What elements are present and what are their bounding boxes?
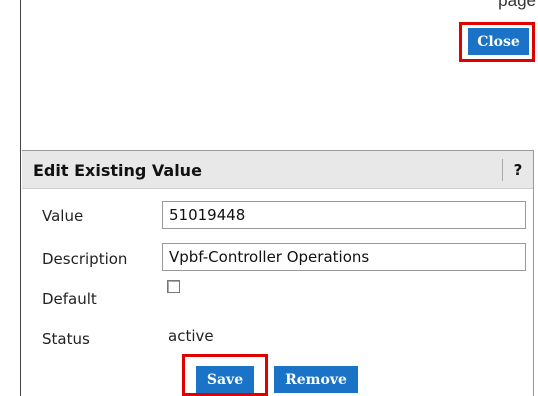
default-checkbox[interactable] <box>167 280 180 293</box>
dialog-title: Edit Existing Value <box>33 161 202 180</box>
page: page Close Edit Existing Value ? Value D… <box>0 0 538 396</box>
description-input[interactable] <box>162 243 526 271</box>
close-button[interactable]: Close <box>468 28 529 55</box>
help-separator <box>502 159 503 181</box>
help-icon[interactable]: ? <box>508 160 528 180</box>
top-partial-text: page <box>498 0 536 10</box>
dialog-header: Edit Existing Value ? <box>22 151 533 189</box>
save-button[interactable]: Save <box>196 366 254 393</box>
value-label: Value <box>42 207 84 225</box>
status-value: active <box>168 327 214 345</box>
window-left-border <box>20 0 21 396</box>
remove-button[interactable]: Remove <box>274 366 358 393</box>
status-label: Status <box>42 330 90 348</box>
default-label: Default <box>42 290 97 308</box>
value-input[interactable] <box>162 201 526 229</box>
edit-value-dialog: Edit Existing Value ? <box>22 150 534 396</box>
description-label: Description <box>42 250 128 268</box>
